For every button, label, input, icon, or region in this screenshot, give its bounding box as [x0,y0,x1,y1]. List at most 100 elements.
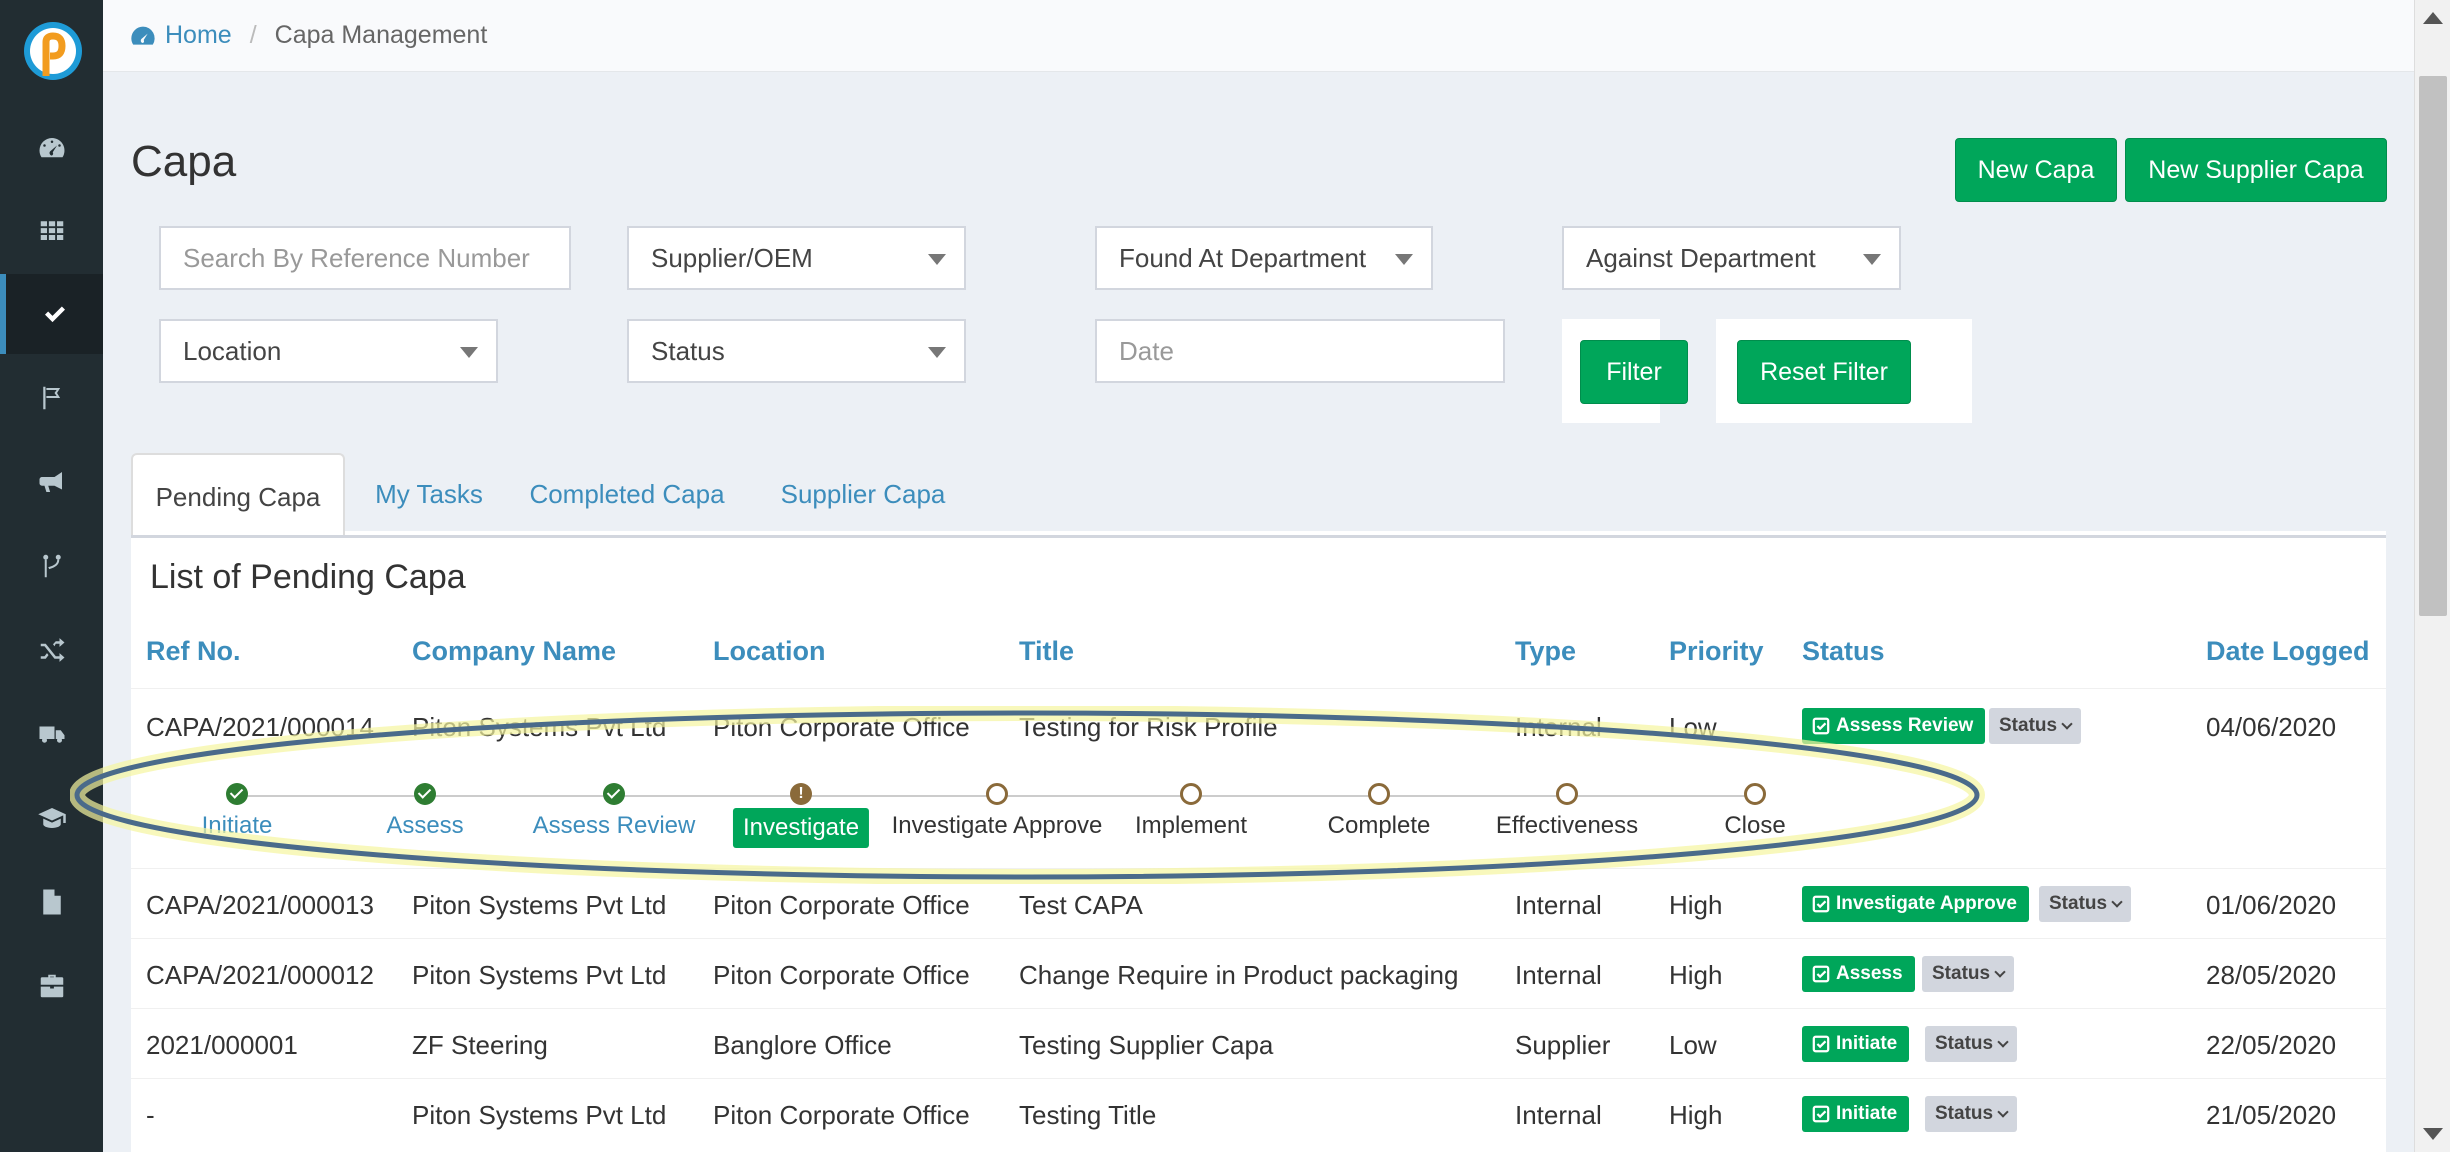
workflow-step-done-icon [414,783,436,805]
sidebar-item-branch[interactable] [0,526,103,606]
breadcrumb-home-label: Home [165,21,232,49]
column-header-location[interactable]: Location [713,636,826,667]
status-dropdown-button[interactable]: Status [1925,1026,2018,1062]
new-supplier-capa-button[interactable]: New Supplier Capa [2125,138,2387,202]
workflow-step-initiate[interactable]: Initiate [202,812,273,840]
pending-capa-panel: List of Pending Capa Ref No. Company Nam… [131,535,2386,1152]
search-reference-field[interactable] [159,226,571,290]
sidebar-item-shuffle[interactable] [0,610,103,690]
chevron-down-icon [1997,1106,2009,1118]
status-dropdown-button[interactable]: Status [1925,1096,2018,1132]
supplier-select[interactable]: Supplier/OEM [627,226,966,290]
status-badge-label: Assess Review [1836,715,1974,736]
cell-priority: Low [1669,1030,1717,1060]
reset-filter-button[interactable]: Reset Filter [1737,340,1911,404]
cell-type: Internal [1515,960,1602,990]
workflow-step-investigate[interactable]: Investigate [732,808,870,848]
workflow-step-assess-review[interactable]: Assess Review [533,812,696,840]
date-input[interactable] [1119,335,1503,367]
sidebar-item-flag[interactable] [0,358,103,438]
column-header-status[interactable]: Status [1802,636,1885,667]
sidebar-item-training[interactable] [0,778,103,858]
check-square-icon [1812,895,1830,913]
check-square-icon [1812,717,1830,735]
workflow-step-assess[interactable]: Assess [386,812,463,840]
status-badge[interactable]: Initiate [1802,1096,1910,1132]
chevron-down-icon [2061,718,2073,730]
sidebar-item-documents[interactable] [0,862,103,942]
file-icon [42,889,61,915]
vertical-scrollbar[interactable] [2414,0,2450,1152]
table-row[interactable]: 2021/000001 ZF Steering Banglore Office … [131,1008,2386,1078]
new-capa-button[interactable]: New Capa [1955,138,2117,202]
workflow-step-effectiveness: Effectiveness [1495,812,1639,839]
status-badge[interactable]: Investigate Approve [1802,886,2029,922]
scroll-up-arrow-icon[interactable] [2423,12,2443,24]
status-badge[interactable]: Initiate [1802,1026,1910,1062]
column-header-ref[interactable]: Ref No. [146,636,241,667]
column-header-title[interactable]: Title [1019,636,1074,667]
check-square-icon [1812,1035,1830,1053]
cell-priority: Low [1669,712,1717,742]
panel-title: List of Pending Capa [150,558,466,596]
briefcase-icon [40,974,63,998]
cell-priority: High [1669,1100,1723,1130]
status-dropdown-button[interactable]: Status [1989,708,2082,744]
status-dropdown-label: Status [1935,1103,1994,1124]
sidebar-item-dashboard[interactable] [0,108,103,188]
found-at-department-select[interactable]: Found At Department [1095,226,1433,290]
sidebar-item-apps[interactable] [0,190,103,270]
table-row[interactable]: CAPA/2021/000013 Piton Systems Pvt Ltd P… [131,868,2386,938]
sidebar-item-announcements[interactable] [0,442,103,522]
column-header-company[interactable]: Company Name [412,636,616,667]
cell-date: 28/05/2020 [2206,960,2337,990]
column-header-type[interactable]: Type [1515,636,1576,667]
cell-priority: High [1669,960,1723,990]
workflow-step-investigate-approve: Investigate Approve [891,812,1103,839]
status-dropdown-button[interactable]: Status [1922,956,2015,992]
workflow-step-pending-icon [986,783,1008,805]
flag-icon [42,386,60,410]
table-row[interactable]: CAPA/2021/000014 Piton Systems Pvt Ltd P… [131,688,2386,760]
filter-button[interactable]: Filter [1580,340,1688,404]
workflow-step-pending-icon [1368,783,1390,805]
table-row[interactable]: - Piton Systems Pvt Ltd Piton Corporate … [131,1078,2386,1152]
sidebar-item-capa[interactable] [0,274,103,354]
location-select[interactable]: Location [159,319,498,383]
caret-down-icon [460,347,478,358]
breadcrumb-home-link[interactable]: Home [129,21,232,50]
scroll-down-arrow-icon[interactable] [2423,1128,2443,1140]
cell-title: Testing for Risk Profile [1019,712,1278,742]
status-badge[interactable]: Assess [1802,956,1915,992]
tab-my-tasks[interactable]: My Tasks [359,453,499,535]
cell-ref: CAPA/2021/000014 [146,712,374,742]
caret-down-icon [1395,254,1413,265]
found-at-department-value: Found At Department [1119,242,1367,273]
search-reference-input[interactable] [183,242,569,274]
location-select-value: Location [183,335,282,366]
sidebar-item-briefcase[interactable] [0,946,103,1026]
tab-pending-capa[interactable]: Pending Capa [131,453,345,539]
app-logo-icon[interactable] [22,18,84,88]
status-select[interactable]: Status [627,319,966,383]
tab-completed-capa[interactable]: Completed Capa [519,453,735,535]
cell-location: Piton Corporate Office [713,960,970,990]
cell-type: Supplier [1515,1030,1611,1060]
cell-location: Piton Corporate Office [713,890,970,920]
cell-type: Internal [1515,1100,1602,1130]
chevron-down-icon [2111,896,2123,908]
scrollbar-thumb[interactable] [2419,76,2447,616]
bullhorn-icon [39,472,62,492]
status-dropdown-button[interactable]: Status [2039,886,2132,922]
column-header-priority[interactable]: Priority [1669,636,1764,667]
cell-ref: CAPA/2021/000012 [146,960,374,990]
against-department-select[interactable]: Against Department [1562,226,1901,290]
random-icon [40,638,64,662]
date-field[interactable] [1095,319,1505,383]
table-row[interactable]: CAPA/2021/000012 Piton Systems Pvt Ltd P… [131,938,2386,1008]
dashboard-icon [131,26,155,45]
status-badge[interactable]: Assess Review [1802,708,1986,744]
column-header-date-logged[interactable]: Date Logged [2206,636,2370,667]
tab-supplier-capa[interactable]: Supplier Capa [761,453,965,535]
sidebar-item-truck[interactable] [0,694,103,774]
